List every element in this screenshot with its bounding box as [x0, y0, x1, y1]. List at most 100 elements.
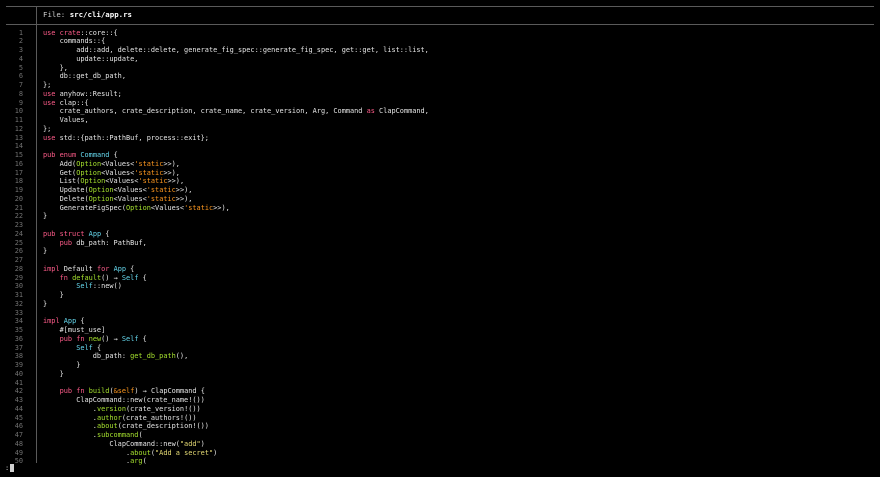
- code-token: App: [88, 229, 102, 238]
- code-token: .: [43, 448, 131, 457]
- line-code: Add(Option<Values<'static>>),: [43, 160, 180, 169]
- code-line: 18 List(Option<Values<'static>>),: [0, 177, 880, 186]
- line-number: 22: [14, 212, 23, 221]
- code-token: crate: [59, 28, 81, 37]
- code-token: (crate_version!()): [125, 404, 201, 413]
- line-number: 35: [14, 326, 23, 334]
- code-token: anyhow::Result;: [55, 89, 122, 98]
- code-token: update::update,: [43, 54, 139, 63]
- code-token: pub: [43, 151, 56, 159]
- code-token: Delete(: [43, 194, 89, 203]
- code-line: 1 use crate::core::{: [0, 29, 880, 38]
- line-number: 31: [14, 291, 23, 299]
- code-token: },: [43, 63, 68, 72]
- code-token: fn: [59, 273, 68, 282]
- line-number: 23: [14, 221, 23, 229]
- line-number: 29: [14, 273, 23, 282]
- line-number: 41: [14, 378, 23, 387]
- line-code: pub struct App {: [43, 230, 109, 239]
- code-token: >>),: [213, 203, 230, 212]
- line-number: 25: [14, 238, 23, 247]
- text-cursor[interactable]: [10, 464, 14, 472]
- code-line: 10 crate_authors, crate_description, cra…: [0, 107, 880, 116]
- code-view[interactable]: 1 use crate::core::{2 commands::{3 add::a…: [0, 29, 880, 467]
- code-token: .: [43, 422, 97, 431]
- code-line: 13 use std::{path::PathBuf, process::exit…: [0, 134, 880, 143]
- code-token: subcommand: [96, 431, 139, 439]
- line-code: .version(crate_version!()): [43, 405, 201, 414]
- line-code: db::get_db_path,: [43, 72, 126, 81]
- code-line: 43 ClapCommand::new(crate_name!()): [0, 396, 880, 405]
- code-token: Option: [88, 194, 114, 203]
- code-token: db_path:: [43, 352, 131, 361]
- code-token: fn: [76, 334, 85, 343]
- line-code: use std::{path::PathBuf, process::exit};: [43, 134, 209, 143]
- code-token: >>),: [163, 168, 180, 177]
- line-code: List(Option<Values<'static>>),: [43, 177, 185, 186]
- code-token: pub: [59, 238, 73, 247]
- code-line: 5 },: [0, 64, 880, 73]
- code-token: commands::{: [43, 37, 106, 46]
- code-token: () →: [101, 273, 122, 282]
- line-code: use anyhow::Result;: [43, 90, 122, 99]
- code-token: db::get_db_path,: [43, 72, 126, 81]
- line-code: pub fn build(&self) → ClapCommand {: [43, 387, 205, 396]
- code-token: <Values<: [101, 159, 135, 168]
- code-token: ) → ClapCommand {: [134, 387, 205, 396]
- code-token: App: [113, 264, 127, 273]
- code-token: {: [101, 229, 110, 238]
- code-token: List(: [43, 177, 81, 186]
- line-code: crate_authors, crate_description, crate_…: [43, 107, 429, 116]
- line-number: 39: [14, 361, 23, 369]
- code-line: 50 .arg(: [0, 457, 880, 466]
- code-token: use: [43, 28, 56, 37]
- code-token: >>),: [167, 177, 185, 186]
- line-number: 32: [14, 299, 23, 308]
- code-token: Self: [76, 282, 93, 291]
- code-token: Option: [76, 159, 102, 168]
- code-token: Option: [88, 186, 114, 194]
- code-token: App: [63, 317, 77, 326]
- line-code: pub db_path: PathBuf,: [43, 239, 147, 248]
- code-token: pub: [59, 334, 73, 343]
- code-token: Command: [80, 151, 110, 159]
- code-token: ClapCommand::new(crate_name!()): [43, 396, 205, 404]
- code-token: }: [43, 369, 64, 378]
- code-line: 23: [0, 221, 880, 230]
- code-token: impl: [43, 317, 60, 326]
- line-code: Get(Option<Values<'static>>),: [43, 169, 180, 178]
- line-number: 4: [18, 54, 23, 63]
- line-number: 19: [14, 186, 23, 194]
- code-line: 8 use anyhow::Result;: [0, 90, 880, 99]
- line-code: ClapCommand::new("add"): [43, 440, 204, 449]
- code-token: Self: [121, 273, 139, 282]
- code-line: 37 Self {: [0, 344, 880, 353]
- code-token: 'static: [134, 159, 164, 168]
- line-number: 49: [14, 448, 23, 457]
- line-number: 45: [14, 413, 23, 422]
- line-number: 9: [18, 98, 23, 107]
- code-token: Default: [59, 264, 97, 273]
- code-line: 49 .about("Add a secret"): [0, 449, 880, 458]
- code-token: {: [109, 151, 118, 159]
- code-line: 21 GenerateFigSpec(Option<Values<'static…: [0, 204, 880, 213]
- code-token: "Add a secret": [155, 448, 214, 457]
- code-line: 9 use clap::{: [0, 99, 880, 108]
- code-token: struct: [59, 229, 85, 238]
- code-line: 27: [0, 256, 880, 265]
- code-token: }: [43, 212, 48, 221]
- line-number: 38: [14, 352, 23, 361]
- code-token: Add(: [43, 159, 77, 168]
- code-token: version: [96, 404, 126, 413]
- code-token: Self: [76, 343, 93, 352]
- code-line: 16 Add(Option<Values<'static>>),: [0, 160, 880, 169]
- line-number: 5: [18, 63, 23, 72]
- file-header: File: src/cli/app.rs: [43, 9, 132, 21]
- line-code: }: [43, 247, 47, 256]
- top-border: [6, 6, 874, 7]
- code-token: }: [43, 361, 81, 369]
- code-token: 'static: [146, 194, 176, 203]
- line-code: };: [43, 125, 51, 134]
- line-number: 47: [14, 431, 23, 439]
- line-code: impl App {: [43, 317, 85, 326]
